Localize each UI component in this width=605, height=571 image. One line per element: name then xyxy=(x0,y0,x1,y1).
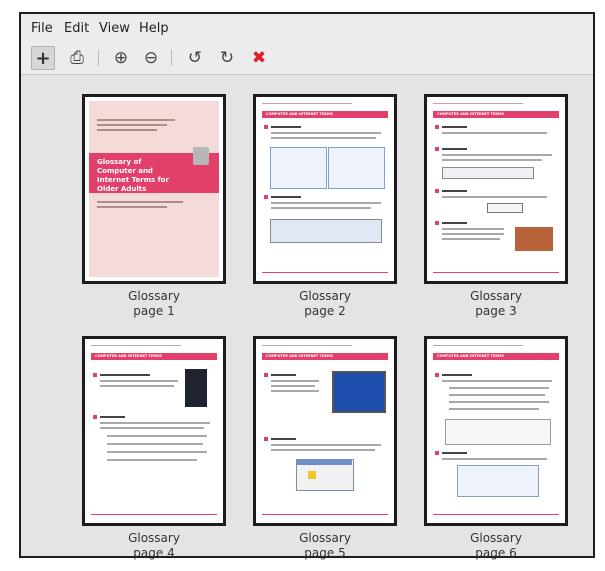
document-name: Glossary xyxy=(128,289,180,303)
page-caption: Glossary page 4 xyxy=(82,531,226,561)
cover-page: Glossary of Computer and Internet Terms … xyxy=(89,101,219,277)
delete-icon[interactable]: ✖ xyxy=(247,46,271,70)
page-caption: Glossary page 3 xyxy=(424,289,568,319)
section-header: COMPUTER AND INTERNET TERMS xyxy=(262,111,388,118)
page-number: page 6 xyxy=(475,546,517,560)
page-image: COMPUTER AND INTERNET TERMS xyxy=(253,336,397,526)
section-header: COMPUTER AND INTERNET TERMS xyxy=(262,353,388,360)
document-name: Glossary xyxy=(470,531,522,545)
page-caption: Glossary page 5 xyxy=(253,531,397,561)
section-header: COMPUTER AND INTERNET TERMS xyxy=(433,111,559,118)
page-caption: Glossary page 1 xyxy=(82,289,226,319)
document-name: Glossary xyxy=(299,531,351,545)
toolbar-separator xyxy=(171,50,172,66)
menu-help[interactable]: Help xyxy=(139,21,169,36)
menu-edit[interactable]: Edit xyxy=(64,21,89,36)
book-icon xyxy=(193,147,209,165)
cover-title: Glossary of Computer and Internet Terms … xyxy=(97,158,169,193)
menu-file[interactable]: File xyxy=(31,21,53,36)
section-header: COMPUTER AND INTERNET TERMS xyxy=(91,353,217,360)
document-name: Glossary xyxy=(128,531,180,545)
menu-view[interactable]: View xyxy=(99,21,130,36)
page-caption: Glossary page 6 xyxy=(424,531,568,561)
add-icon[interactable]: + xyxy=(31,46,55,70)
page-number: page 3 xyxy=(475,304,517,318)
zoom-in-icon[interactable]: ⊕ xyxy=(109,46,133,70)
toolbar-separator xyxy=(98,50,99,66)
document-name: Glossary xyxy=(299,289,351,303)
zoom-out-icon[interactable]: ⊖ xyxy=(139,46,163,70)
page-image: COMPUTER AND INTERNET TERMS xyxy=(82,336,226,526)
app-window: File Edit View Help + ⎙ ⊕ ⊖ ↺ ↻ ✖ Glossa… xyxy=(19,12,595,560)
rotate-left-icon[interactable]: ↺ xyxy=(183,46,207,70)
rotate-right-icon[interactable]: ↻ xyxy=(215,46,239,70)
section-header: COMPUTER AND INTERNET TERMS xyxy=(433,353,559,360)
page-number: page 5 xyxy=(304,546,346,560)
page-number: page 2 xyxy=(304,304,346,318)
page-image: Glossary of Computer and Internet Terms … xyxy=(82,94,226,284)
page-number: page 4 xyxy=(133,546,175,560)
toolbar: + ⎙ ⊕ ⊖ ↺ ↻ ✖ xyxy=(21,42,593,75)
menu-bar: File Edit View Help xyxy=(21,14,593,42)
page-grid: Glossary of Computer and Internet Terms … xyxy=(21,75,593,560)
document-name: Glossary xyxy=(470,289,522,303)
page-image: COMPUTER AND INTERNET TERMS xyxy=(424,94,568,284)
page-image: COMPUTER AND INTERNET TERMS xyxy=(424,336,568,526)
page-image: COMPUTER AND INTERNET TERMS xyxy=(253,94,397,284)
export-icon[interactable]: ⎙ xyxy=(65,46,89,70)
page-number: page 1 xyxy=(133,304,175,318)
page-caption: Glossary page 2 xyxy=(253,289,397,319)
